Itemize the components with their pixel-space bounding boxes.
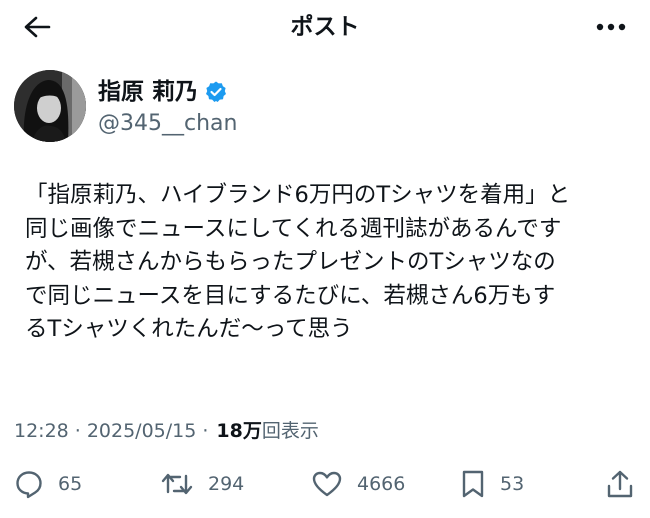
- bookmark-icon: [460, 469, 486, 499]
- post-line: 同じ画像でニュースにしてくれる週刊誌があるんです: [25, 215, 562, 242]
- post-line: 「指原莉乃、ハイブランド6万円のTシャツを着用」と: [25, 182, 571, 208]
- bookmark-button[interactable]: 53: [460, 462, 524, 506]
- views-label: 回表示: [261, 420, 319, 442]
- post-body: 「指原莉乃、ハイブランド6万円のTシャツを着用」と 同じ画像でニュースにしてくれ…: [25, 179, 645, 347]
- views-count[interactable]: 18万: [216, 417, 261, 445]
- heart-icon: [311, 470, 343, 498]
- post-date[interactable]: 2025/05/15: [87, 417, 197, 445]
- post-meta: 12:28 · 2025/05/15 · 18万 回表示: [14, 417, 319, 445]
- verified-badge-icon: [204, 80, 228, 104]
- page-title: ポスト: [290, 14, 360, 40]
- post-author: 指原 莉乃 @345__chan: [14, 70, 634, 144]
- action-bar: 65 294 4666 53: [0, 462, 650, 506]
- display-name-row[interactable]: 指原 莉乃: [98, 78, 228, 106]
- like-button[interactable]: 4666: [311, 462, 405, 506]
- more-horizontal-icon: [596, 23, 626, 31]
- bookmark-count: 53: [500, 473, 525, 495]
- repost-button[interactable]: 294: [160, 462, 244, 506]
- meta-separator: ·: [202, 420, 209, 442]
- post-line: るTシャツくれたんだ〜って思う: [25, 316, 353, 342]
- avatar[interactable]: [14, 70, 86, 142]
- reply-count: 65: [58, 473, 83, 495]
- reply-icon: [14, 469, 44, 499]
- repost-count: 294: [208, 473, 245, 495]
- share-icon: [606, 469, 634, 499]
- more-button[interactable]: [590, 12, 632, 42]
- reply-button[interactable]: 65: [14, 462, 82, 506]
- repost-icon: [160, 470, 194, 498]
- post-line: が、若槻さんからもらったプレゼントのTシャツなの: [25, 249, 556, 275]
- like-count: 4666: [357, 473, 406, 495]
- post-time[interactable]: 12:28: [14, 417, 69, 445]
- top-bar: ポスト: [0, 0, 650, 54]
- share-button[interactable]: [606, 462, 634, 506]
- meta-separator: ·: [74, 420, 81, 442]
- user-handle[interactable]: @345__chan: [98, 110, 237, 138]
- display-name: 指原 莉乃: [98, 79, 199, 105]
- post-line: で同じニュースを目にするたびに、若槻さん6万もす: [25, 282, 556, 309]
